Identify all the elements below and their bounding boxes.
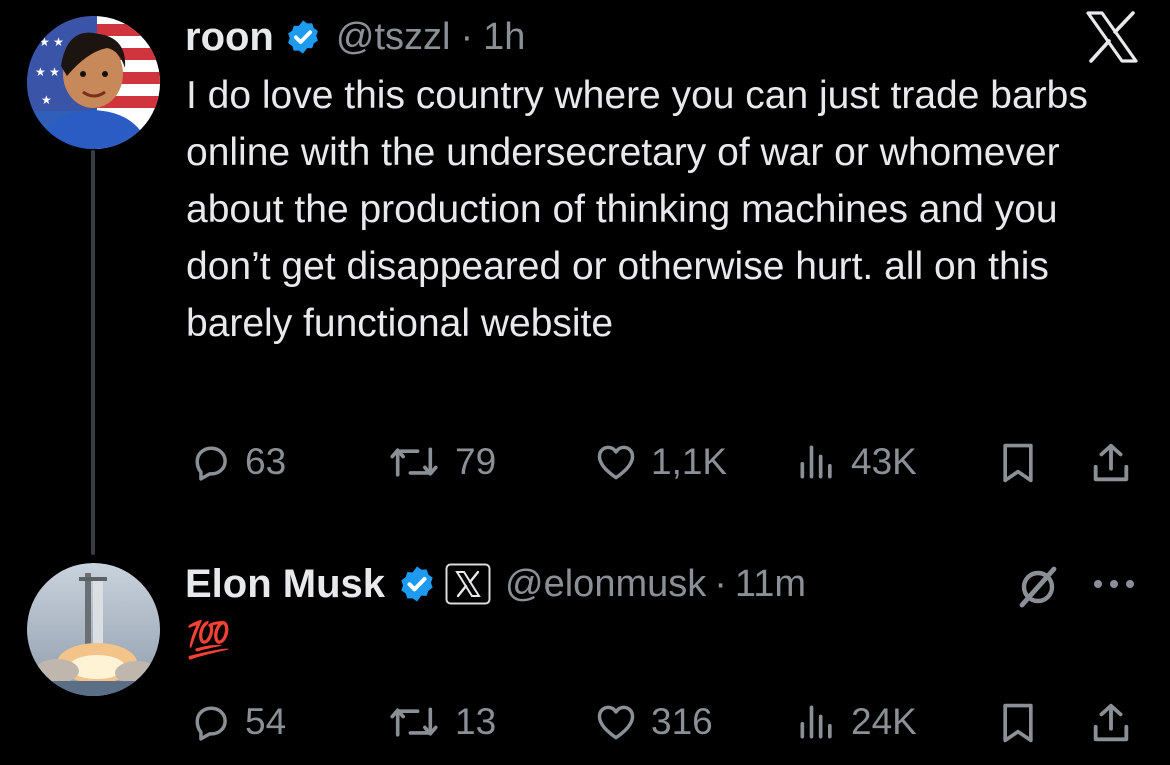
avatar-roon[interactable]: ★ ★ ★ ★ ★ [27, 16, 160, 149]
repost-count: 13 [455, 701, 497, 742]
avatar-elonmusk[interactable] [27, 563, 160, 696]
like-button[interactable]: 1,1K [593, 440, 727, 484]
repost-icon [385, 440, 443, 484]
reply-icon [189, 440, 233, 484]
repost-button[interactable]: 79 [385, 440, 496, 484]
separator: · [460, 15, 474, 58]
share-icon[interactable] [1088, 700, 1134, 751]
views-icon [795, 700, 839, 744]
verified-badge-icon [284, 18, 322, 56]
like-count: 316 [651, 701, 713, 742]
bookmark-icon[interactable] [997, 441, 1039, 490]
views-icon [795, 440, 839, 484]
grok-icon[interactable] [1014, 563, 1062, 616]
more-icon[interactable] [1090, 574, 1138, 599]
tweet-1-text: I do love this country where you can jus… [186, 74, 1088, 345]
like-icon [593, 440, 639, 484]
separator: · [714, 562, 727, 605]
views-button[interactable]: 43K [795, 440, 917, 484]
timestamp[interactable]: 1h [483, 16, 525, 59]
x-logo-icon[interactable] [1084, 10, 1140, 64]
reply-button[interactable]: 54 [189, 700, 286, 744]
views-count: 43K [851, 441, 917, 482]
repost-icon [385, 700, 443, 744]
author-name[interactable]: Elon Musk [185, 562, 385, 607]
reply-count: 54 [245, 701, 287, 742]
reply-button[interactable]: 63 [189, 440, 286, 484]
tweet-1-header: roon @tszzl · 1h [185, 12, 525, 62]
views-button[interactable]: 24K [795, 700, 917, 744]
repost-count: 79 [455, 441, 497, 482]
repost-button[interactable]: 13 [385, 700, 496, 744]
timestamp[interactable]: 11m [735, 563, 806, 606]
share-icon[interactable] [1088, 440, 1134, 491]
views-count: 24K [851, 701, 917, 742]
author-handle[interactable]: @elonmusk [505, 563, 706, 606]
thread-connector-line [91, 150, 95, 555]
author-name[interactable]: roon [185, 15, 274, 60]
svg-text:★ ★: ★ ★ [35, 65, 60, 79]
like-button[interactable]: 316 [593, 700, 713, 744]
affiliation-x-badge-icon[interactable] [445, 563, 491, 605]
verified-badge-icon [397, 564, 437, 604]
tweet-2-text: 💯 [186, 619, 231, 660]
author-handle[interactable]: @tszzl [336, 16, 451, 59]
tweet-2-header: Elon Musk @elonmusk · 11m [185, 559, 806, 609]
svg-text:★: ★ [41, 93, 52, 107]
like-count: 1,1K [651, 441, 728, 482]
bookmark-icon[interactable] [997, 701, 1039, 750]
reply-icon [189, 700, 233, 744]
like-icon [593, 700, 639, 744]
reply-count: 63 [245, 441, 287, 482]
svg-text:★ ★: ★ ★ [39, 35, 64, 49]
